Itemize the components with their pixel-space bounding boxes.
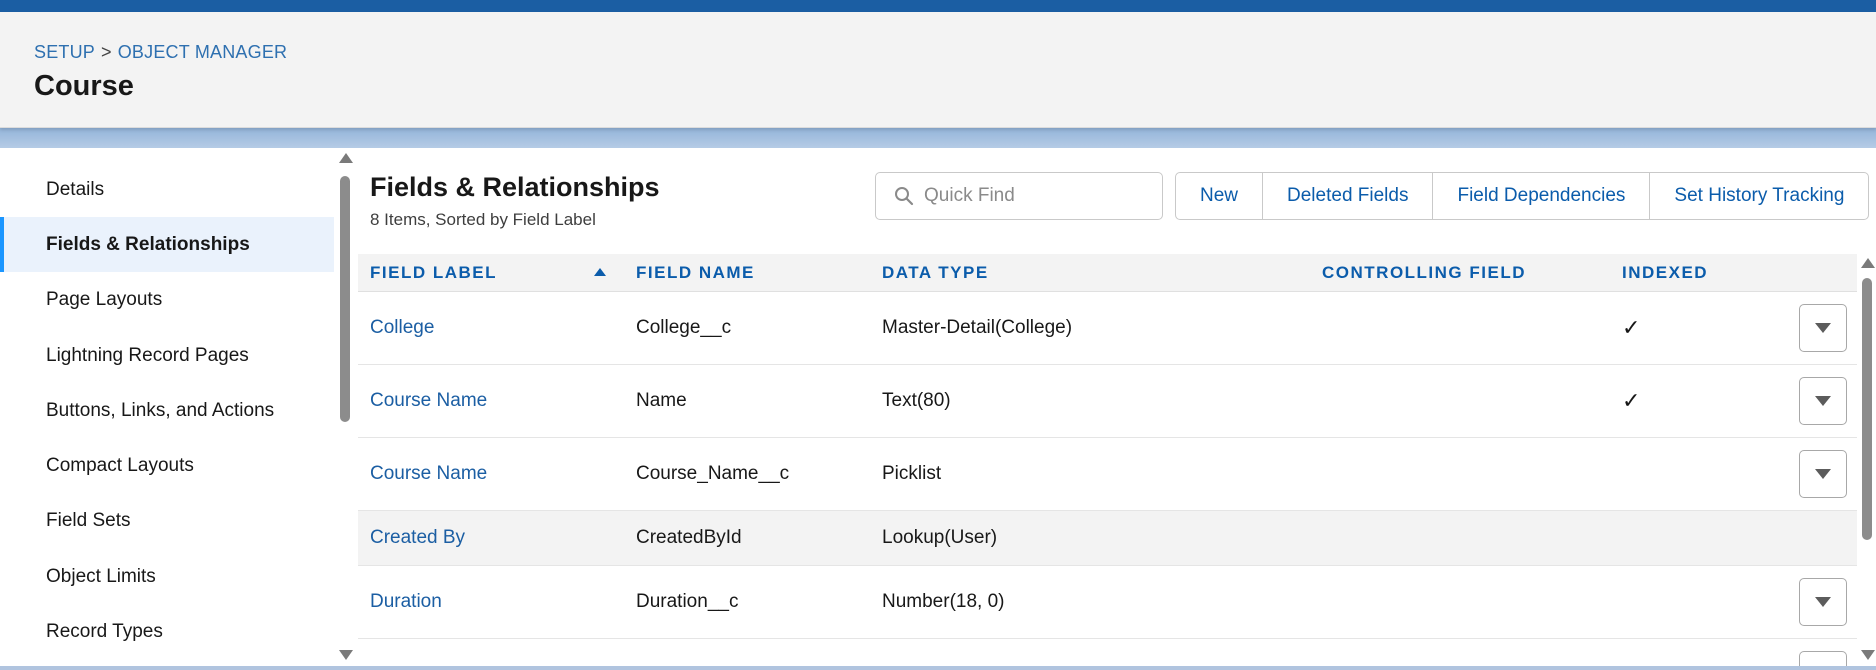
chevron-down-icon <box>1815 323 1831 333</box>
field-name: Name <box>636 390 687 411</box>
scrollbar-thumb[interactable] <box>340 176 350 422</box>
field-name: CreatedById <box>636 527 742 548</box>
indexed-check-icon: ✓ <box>1622 315 1641 340</box>
table-row <box>358 639 1857 666</box>
sidebar-item-fields-relationships[interactable]: Fields & Relationships <box>0 217 334 272</box>
sidebar-item-buttons-links-actions[interactable]: Buttons, Links, and Actions <box>0 383 334 438</box>
page-header: SETUP > OBJECT MANAGER Course <box>0 12 1876 128</box>
sidebar-item-lightning-record-pages[interactable]: Lightning Record Pages <box>0 328 334 383</box>
sidebar-item-object-limits[interactable]: Object Limits <box>0 549 334 604</box>
indexed-check-icon: ✓ <box>1622 388 1641 413</box>
brand-band <box>0 0 1876 12</box>
field-label-link[interactable]: Duration <box>370 566 442 638</box>
field-name: College__c <box>636 317 732 338</box>
field-label-link[interactable]: Created By <box>370 511 465 565</box>
column-header-indexed[interactable]: INDEXED <box>1622 254 1708 292</box>
section-title: Fields & Relationships <box>370 172 660 202</box>
scroll-down-arrow-icon[interactable] <box>1861 650 1875 660</box>
chevron-down-icon <box>1815 597 1831 607</box>
quick-find-input[interactable] <box>924 185 1154 207</box>
scroll-down-arrow-icon[interactable] <box>339 650 353 660</box>
row-actions-dropdown[interactable] <box>1799 377 1847 425</box>
content-panel: Details Fields & Relationships Page Layo… <box>0 148 1876 666</box>
sidebar-item-details[interactable]: Details <box>0 162 334 217</box>
table-scrollbar[interactable] <box>1860 254 1875 666</box>
items-summary: 8 Items, Sorted by Field Label <box>370 210 596 229</box>
deleted-fields-button[interactable]: Deleted Fields <box>1262 173 1432 219</box>
field-dependencies-button[interactable]: Field Dependencies <box>1432 173 1649 219</box>
data-type: Lookup(User) <box>882 527 998 548</box>
column-header-field-label[interactable]: FIELD LABEL <box>370 254 497 292</box>
breadcrumb-separator: > <box>101 42 112 62</box>
chevron-down-icon <box>1815 396 1831 406</box>
table-row: College College__c Master-Detail(College… <box>358 292 1857 365</box>
action-button-group: New Deleted Fields Field Dependencies Se… <box>1175 172 1870 220</box>
table-header: FIELD LABEL FIELD NAME DATA TYPE CONTROL… <box>358 254 1857 292</box>
column-header-controlling-field[interactable]: CONTROLLING FIELD <box>1322 254 1526 292</box>
field-label-link[interactable]: Course Name <box>370 438 487 510</box>
main-content: Fields & Relationships 8 Items, Sorted b… <box>358 148 1876 666</box>
sidebar-item-record-types[interactable]: Record Types <box>0 604 334 659</box>
bottom-border <box>0 666 1876 670</box>
row-actions-dropdown[interactable] <box>1799 450 1847 498</box>
table-row: Course Name Course_Name__c Picklist <box>358 438 1857 511</box>
chevron-down-icon <box>1815 469 1831 479</box>
quick-find-search[interactable] <box>875 172 1163 220</box>
scrollbar-thumb[interactable] <box>1862 278 1872 540</box>
sidebar-item-page-layouts[interactable]: Page Layouts <box>0 272 334 327</box>
field-label-link[interactable]: Course Name <box>370 365 487 437</box>
data-type: Master-Detail(College) <box>882 317 1073 338</box>
scroll-up-arrow-icon[interactable] <box>339 153 353 163</box>
set-history-tracking-button[interactable]: Set History Tracking <box>1649 173 1868 219</box>
sidebar-item-field-sets[interactable]: Field Sets <box>0 493 334 548</box>
table-row: Duration Duration__c Number(18, 0) <box>358 566 1857 639</box>
row-actions-dropdown[interactable] <box>1799 578 1847 626</box>
sidebar-item-compact-layouts[interactable]: Compact Layouts <box>0 438 334 493</box>
field-name: Duration__c <box>636 591 739 612</box>
sidebar-scrollbar[interactable] <box>338 148 353 666</box>
sort-ascending-icon[interactable] <box>594 268 606 276</box>
column-header-field-name[interactable]: FIELD NAME <box>636 254 755 292</box>
data-type: Text(80) <box>882 390 951 411</box>
new-button[interactable]: New <box>1176 173 1262 219</box>
row-actions-dropdown[interactable] <box>1799 304 1847 352</box>
sidebar: Details Fields & Relationships Page Layo… <box>0 148 334 666</box>
breadcrumb-object-manager-link[interactable]: OBJECT MANAGER <box>118 42 288 62</box>
data-type: Number(18, 0) <box>882 591 1005 612</box>
breadcrumb-setup-link[interactable]: SETUP <box>34 42 95 62</box>
column-header-data-type[interactable]: DATA TYPE <box>882 254 989 292</box>
field-label-link[interactable]: College <box>370 292 434 364</box>
breadcrumb: SETUP > OBJECT MANAGER <box>34 42 287 63</box>
search-icon <box>894 186 914 206</box>
field-name: Course_Name__c <box>636 463 790 484</box>
data-type: Picklist <box>882 463 942 484</box>
row-actions-dropdown[interactable] <box>1799 651 1847 666</box>
table-row: Course Name Name Text(80) ✓ <box>358 365 1857 438</box>
scroll-up-arrow-icon[interactable] <box>1861 258 1875 268</box>
table-row: Created By CreatedById Lookup(User) <box>358 511 1857 566</box>
page-title: Course <box>34 70 134 102</box>
